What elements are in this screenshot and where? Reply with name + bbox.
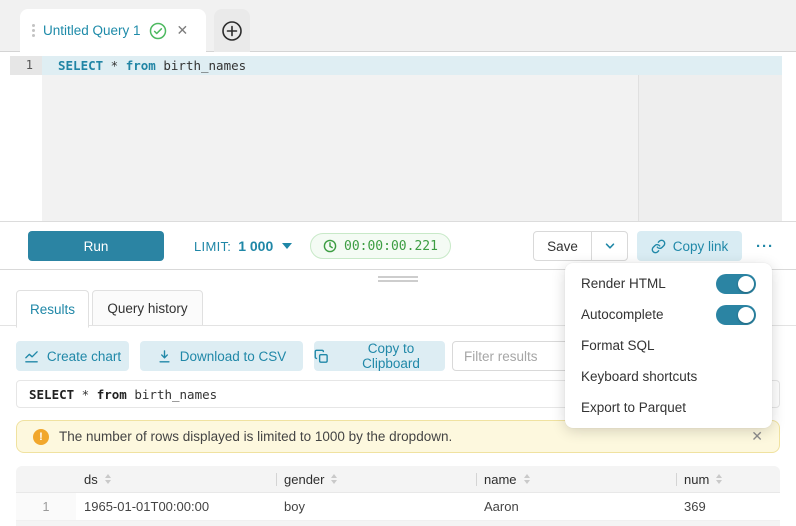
sort-icon[interactable] (105, 474, 111, 484)
header-name-label: name (484, 472, 517, 487)
header-gender[interactable]: gender (276, 466, 476, 492)
sql-table-name: birth_names (127, 387, 217, 402)
close-warning-icon[interactable]: ✕ (751, 428, 763, 445)
more-options-button[interactable]: ··· (748, 231, 782, 261)
sql-table-name: birth_names (156, 58, 246, 73)
editor-code-area[interactable]: SELECT * from birth_names (42, 56, 782, 221)
tab-results[interactable]: Results (16, 290, 89, 328)
sort-icon[interactable] (716, 474, 722, 484)
link-icon (651, 239, 666, 254)
header-num-label: num (684, 472, 709, 487)
menu-item-label: Render HTML (581, 276, 716, 291)
toggle-knob (738, 307, 754, 323)
menu-item-label: Format SQL (581, 338, 756, 353)
plus-circle-icon (221, 20, 243, 42)
header-num[interactable]: num (676, 466, 780, 492)
elapsed-time: 00:00:00.221 (344, 239, 438, 254)
sort-icon[interactable] (331, 474, 337, 484)
create-chart-label: Create chart (47, 349, 121, 364)
close-tab-icon[interactable]: ✕ (177, 22, 189, 39)
sql-star: * (103, 58, 126, 73)
menu-item-keyboard-shortcuts[interactable]: Keyboard shortcuts (565, 361, 772, 392)
menu-item-format-sql[interactable]: Format SQL (565, 330, 772, 361)
sql-lab-app: Untitled Query 1 ✕ 1 SELECT * from birth… (0, 0, 796, 526)
sql-keyword-from: from (97, 387, 127, 402)
save-split-button: Save (533, 231, 628, 261)
chevron-down-icon (604, 240, 616, 252)
copy-link-button[interactable]: Copy link (637, 231, 742, 261)
limit-dropdown[interactable]: LIMIT: 1 000 (194, 222, 292, 270)
menu-item-autocomplete[interactable]: Autocomplete (565, 299, 772, 330)
query-tab-title: Untitled Query 1 (43, 23, 141, 38)
limit-label: LIMIT: (194, 239, 231, 254)
tab-query-history[interactable]: Query history (92, 290, 203, 326)
header-gender-label: gender (284, 472, 324, 487)
copy-to-clipboard-button[interactable]: Copy to Clipboard (314, 341, 445, 371)
tab-untitled-query-1[interactable]: Untitled Query 1 ✕ (20, 9, 206, 52)
cell-ds: 1965-01-01T00:00:00 (76, 493, 276, 520)
header-index-column (16, 466, 76, 492)
toggle-knob (738, 276, 754, 292)
menu-item-render-html[interactable]: Render HTML (565, 268, 772, 299)
sql-keyword-select: SELECT (58, 58, 103, 73)
cell-name: Aaron (476, 493, 676, 520)
sql-star: * (74, 387, 97, 402)
header-name[interactable]: name (476, 466, 676, 492)
render-html-toggle[interactable] (716, 274, 756, 294)
code-line-1[interactable]: SELECT * from birth_names (42, 56, 782, 75)
menu-item-label: Autocomplete (581, 307, 716, 322)
copy-icon (314, 349, 329, 364)
run-button[interactable]: Run (28, 231, 164, 261)
cell-num: 369 (676, 493, 780, 520)
sort-icon[interactable] (524, 474, 530, 484)
menu-item-label: Keyboard shortcuts (581, 369, 756, 384)
menu-item-label: Export to Parquet (581, 400, 756, 415)
cell-gender: boy (276, 493, 476, 520)
save-options-button[interactable] (591, 232, 627, 260)
download-icon (157, 349, 172, 364)
chart-line-icon (24, 349, 39, 364)
editor-empty-area[interactable] (42, 75, 782, 221)
copy-to-clipboard-label: Copy to Clipboard (337, 341, 445, 371)
create-chart-button[interactable]: Create chart (16, 341, 129, 371)
editor-gutter: 1 (10, 56, 42, 221)
header-ds-label: ds (84, 472, 98, 487)
pane-resize-handle[interactable] (378, 276, 418, 284)
new-query-tab-button[interactable] (214, 9, 250, 52)
download-csv-button[interactable]: Download to CSV (140, 341, 303, 371)
sql-keyword-from: from (126, 58, 156, 73)
line-number: 1 (10, 56, 42, 75)
row-index-cell: 1 (16, 493, 76, 520)
header-ds[interactable]: ds (76, 466, 276, 492)
results-table: ds gender name num 1 1965-01-01T00:00:00… (16, 466, 780, 526)
query-success-check-icon (149, 22, 167, 40)
menu-item-export-parquet[interactable]: Export to Parquet (565, 392, 772, 423)
drag-handle-icon[interactable] (32, 24, 35, 27)
sql-editor[interactable]: 1 SELECT * from birth_names (0, 52, 796, 222)
clock-icon (323, 239, 337, 253)
caret-down-icon (282, 243, 292, 249)
query-tab-bar: Untitled Query 1 ✕ (0, 0, 796, 52)
editor-print-margin (638, 75, 782, 221)
save-button[interactable]: Save (534, 232, 591, 260)
warning-icon: ! (33, 429, 49, 445)
sql-keyword-select: SELECT (29, 387, 74, 402)
autocomplete-toggle[interactable] (716, 305, 756, 325)
more-options-menu: Render HTML Autocomplete Format SQL Keyb… (565, 263, 772, 428)
query-timer-badge: 00:00:00.221 (310, 233, 451, 259)
table-row-partial (16, 521, 780, 526)
table-row[interactable]: 1 1965-01-01T00:00:00 boy Aaron 369 (16, 493, 780, 521)
copy-link-label: Copy link (673, 239, 729, 254)
table-header-row: ds gender name num (16, 466, 780, 493)
warning-text: The number of rows displayed is limited … (59, 429, 741, 444)
limit-value: 1 000 (238, 238, 273, 254)
download-csv-label: Download to CSV (180, 349, 287, 364)
